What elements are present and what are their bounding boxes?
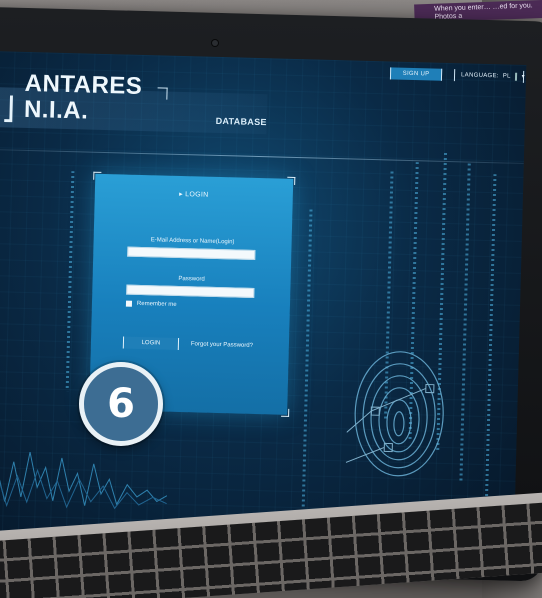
panel-corner: [281, 408, 290, 417]
chevron-down-icon: ▼: [520, 73, 527, 80]
brand-corner-bracket: [157, 87, 168, 100]
data-column: [65, 171, 75, 392]
data-column: [484, 174, 497, 515]
remember-me-row[interactable]: Remember me: [125, 300, 177, 308]
flag-icon: [514, 72, 517, 81]
language-selector[interactable]: LANGUAGE: PL ▼: [453, 69, 527, 83]
brand-subtitle: DATABASE: [215, 115, 267, 128]
language-label: LANGUAGE:: [460, 72, 499, 80]
step-number-badge: 6: [79, 362, 163, 446]
forgot-password-link[interactable]: Forgot your Password?: [191, 341, 253, 349]
remember-me-label: Remember me: [136, 300, 177, 308]
remember-me-checkbox[interactable]: [125, 300, 133, 307]
password-field[interactable]: [126, 284, 255, 298]
login-button[interactable]: LOGIN: [122, 336, 180, 350]
brand-banner: ⎦ ANTARES N.I.A. DATABASE: [0, 70, 268, 135]
signup-button[interactable]: SIGN UP: [389, 67, 443, 81]
email-label: E-Mail Address or Name(Login): [150, 237, 235, 246]
language-code: PL: [502, 73, 511, 80]
brand-name: ANTARES N.I.A.: [23, 69, 143, 125]
logo-icon: ⎦: [2, 96, 15, 122]
password-label: Password: [178, 275, 205, 283]
fingerprint-icon: [345, 351, 444, 477]
laptop-screen: SIGN UP LANGUAGE: PL ▼ ⎦ ANTARES N.I.A. …: [0, 51, 527, 557]
login-title: ▸ LOGIN: [179, 190, 209, 199]
data-column: [459, 163, 471, 484]
webcam: [212, 40, 218, 46]
panel-corner: [93, 171, 102, 180]
panel-corner: [287, 176, 296, 185]
email-field[interactable]: [127, 246, 256, 260]
data-column: [301, 209, 313, 510]
waveform-graphic: [0, 452, 168, 510]
